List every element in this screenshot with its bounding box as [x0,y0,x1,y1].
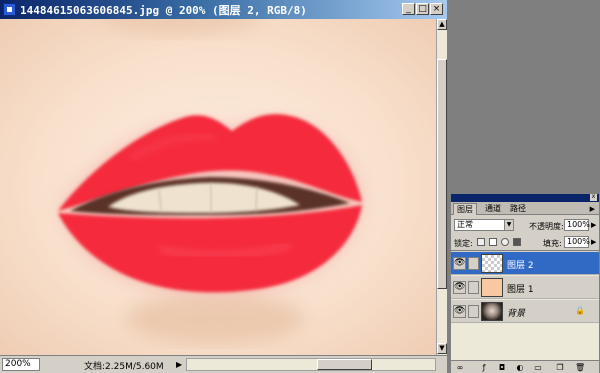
adjustment-layer-icon[interactable]: ◐ [515,363,525,372]
layer-name: 背景 [507,309,526,319]
delete-layer-icon[interactable]: 🗑 [575,363,585,372]
document-window: 14484615063606845.jpg @ 200% (图层 2, RGB/… [0,0,447,373]
document-titlebar[interactable]: 14484615063606845.jpg @ 200% (图层 2, RGB/… [0,0,447,19]
layer-row-layer-2[interactable]: 👁 图层 2 [451,252,599,275]
fill-slider-arrow-icon[interactable]: ▶ [591,236,599,248]
panel-close-button[interactable]: x [590,194,597,201]
vertical-scrollbar[interactable]: ▲ ▼ [436,19,447,355]
brush-link-icon[interactable] [468,257,479,270]
close-button[interactable]: × [430,3,443,15]
lock-fill-row: 锁定: 填充: 100% ▶ [451,234,599,251]
layer-style-icon[interactable]: ƒ [479,363,489,372]
blend-opacity-row: 正常 ▼ 不透明度: 100% ▶ [451,216,599,234]
layer-name: 图层 1 [507,285,534,295]
layer-thumbnail [481,302,503,321]
blend-mode-select[interactable]: 正常 ▼ [454,219,514,231]
document-title: 14484615063606845.jpg @ 200% (图层 2, RGB/… [20,4,307,17]
photoshop-workspace: 14484615063606845.jpg @ 200% (图层 2, RGB/… [0,0,600,373]
lock-transparency-icon[interactable] [477,238,485,246]
vertical-scroll-thumb[interactable] [437,59,447,289]
lock-icon: 🔒 [575,306,585,315]
new-group-icon[interactable]: ▭ [533,363,543,372]
document-size-info: 文档:2.25M/5.60M [84,362,164,372]
tab-channels[interactable]: 通道 [482,203,504,215]
panel-menu-arrow-icon[interactable]: ▶ [590,205,595,213]
link-column-icon[interactable] [468,305,479,318]
photoshop-doc-icon [3,3,16,16]
chevron-down-icon: ▼ [504,220,513,230]
status-menu-arrow-icon[interactable]: ▶ [176,359,184,370]
layers-panel: x 图层 通道 路径 ▶ 正常 ▼ 不透明度: 100% ▶ 锁定: 填充: 1… [450,193,600,373]
status-bar: 200% 文档:2.25M/5.60M ▶ [0,355,447,373]
scroll-up-button[interactable]: ▲ [437,19,447,30]
lips-photo [0,19,436,355]
fill-input[interactable]: 100% [564,236,590,248]
layer-thumbnail [481,278,503,297]
image-canvas[interactable] [0,19,436,355]
scroll-down-button[interactable]: ▼ [437,343,447,354]
opacity-slider-arrow-icon[interactable]: ▶ [591,219,599,231]
layer-row-background[interactable]: 👁 背景 🔒 [451,300,599,323]
new-layer-icon[interactable]: ❐ [555,363,565,372]
visibility-eye-icon[interactable]: 👁 [453,305,466,318]
opacity-label: 不透明度: [529,222,564,231]
layer-name: 图层 2 [507,261,534,271]
horizontal-scroll-thumb[interactable] [317,359,372,370]
panel-tabs: 图层 通道 路径 ▶ [451,202,599,215]
layer-thumbnail [481,254,503,273]
tab-layers[interactable]: 图层 [453,203,477,215]
blend-mode-value: 正常 [457,220,473,229]
visibility-eye-icon[interactable]: 👁 [453,281,466,294]
lock-all-icon[interactable] [513,238,521,246]
link-layers-icon[interactable]: ∞ [455,363,465,372]
panel-titlebar[interactable]: x [451,194,599,202]
restore-button[interactable]: □ [416,3,429,15]
opacity-input[interactable]: 100% [564,219,590,231]
fill-label: 填充: [543,239,562,248]
minimize-button[interactable]: _ [402,3,415,15]
tab-paths[interactable]: 路径 [507,203,529,215]
add-mask-icon[interactable]: ◘ [497,363,507,372]
visibility-eye-icon[interactable]: 👁 [453,257,466,270]
zoom-field[interactable]: 200% [2,358,40,371]
link-column-icon[interactable] [468,281,479,294]
layer-row-layer-1[interactable]: 👁 图层 1 [451,276,599,299]
lock-position-icon[interactable] [501,238,509,246]
lock-image-icon[interactable] [489,238,497,246]
layers-list: 👁 图层 2 👁 图层 1 👁 背景 🔒 [451,252,599,360]
panel-bottom-toolbar: ∞ ƒ ◘ ◐ ▭ ❐ 🗑 [451,360,599,373]
lock-label: 锁定: [454,239,473,248]
horizontal-scrollbar[interactable] [186,358,436,371]
